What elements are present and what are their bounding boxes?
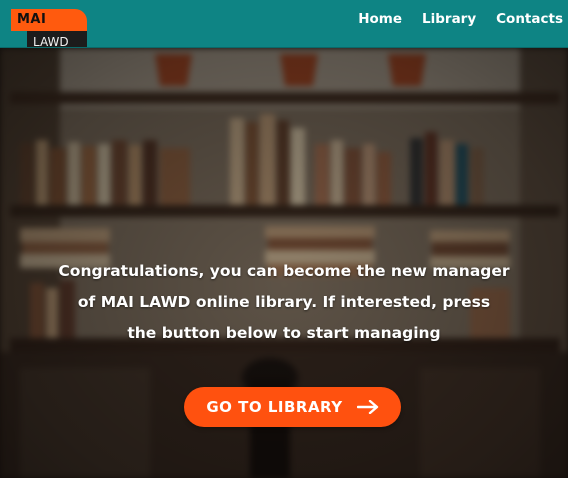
hero-message-line-1: Congratulations, you can become the new … bbox=[58, 262, 510, 280]
nav-contacts[interactable]: Contacts bbox=[496, 11, 563, 27]
nav-home[interactable]: Home bbox=[358, 11, 402, 27]
nav-library[interactable]: Library bbox=[422, 11, 476, 27]
site-header: MAI LAWD Home Library Contacts bbox=[0, 0, 568, 48]
hero-message: Congratulations, you can become the new … bbox=[40, 256, 528, 349]
go-to-library-label: GO TO LIBRARY bbox=[206, 398, 343, 416]
hero-message-line-3: the button below to start managing bbox=[127, 324, 441, 342]
arrow-right-icon bbox=[356, 400, 378, 414]
hero-section: Congratulations, you can become the new … bbox=[0, 48, 568, 478]
logo-line2: LAWD bbox=[27, 31, 87, 47]
logo[interactable]: MAI LAWD bbox=[11, 9, 87, 47]
logo-line1: MAI bbox=[11, 9, 87, 31]
hero-message-line-2: of MAI LAWD online library. If intereste… bbox=[77, 293, 491, 311]
main-nav: Home Library Contacts bbox=[338, 0, 563, 38]
go-to-library-button[interactable]: GO TO LIBRARY bbox=[184, 387, 401, 427]
